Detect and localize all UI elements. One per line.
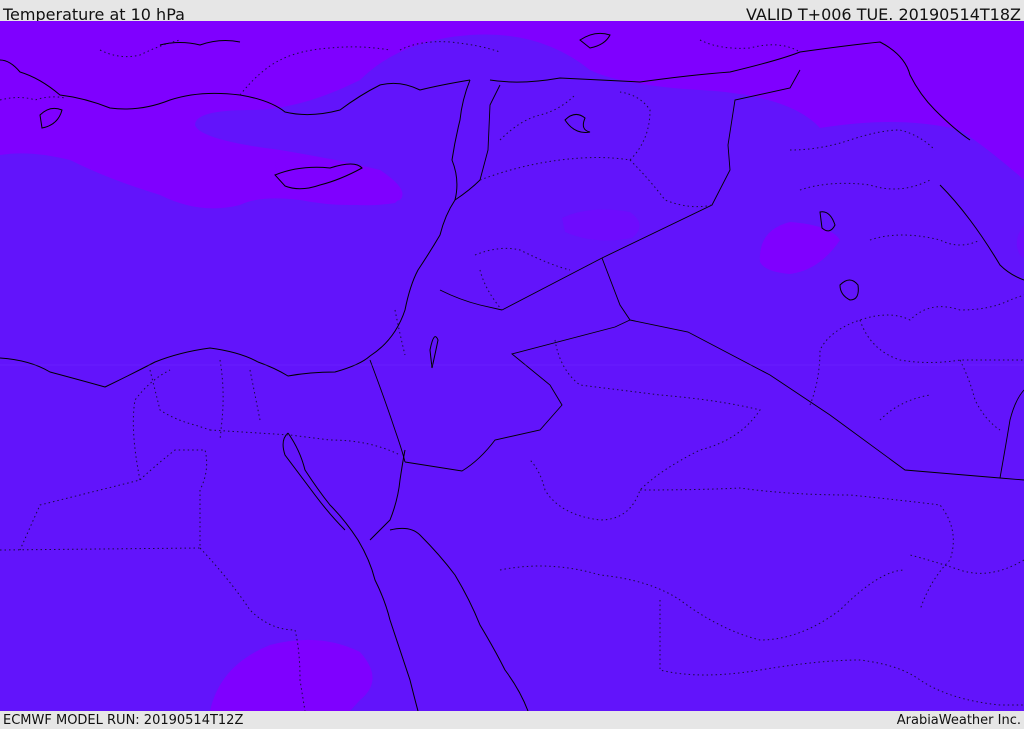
- weather-map[interactable]: [0, 21, 1024, 711]
- credit-label: ArabiaWeather Inc.: [896, 712, 1021, 728]
- map-canvas: [0, 21, 1024, 711]
- model-run-label: ECMWF MODEL RUN: 20190514T12Z: [3, 712, 244, 728]
- map-footer: ECMWF MODEL RUN: 20190514T12Z ArabiaWeat…: [0, 711, 1024, 729]
- map-header: Temperature at 10 hPa VALID T+006 TUE. 2…: [0, 0, 1024, 23]
